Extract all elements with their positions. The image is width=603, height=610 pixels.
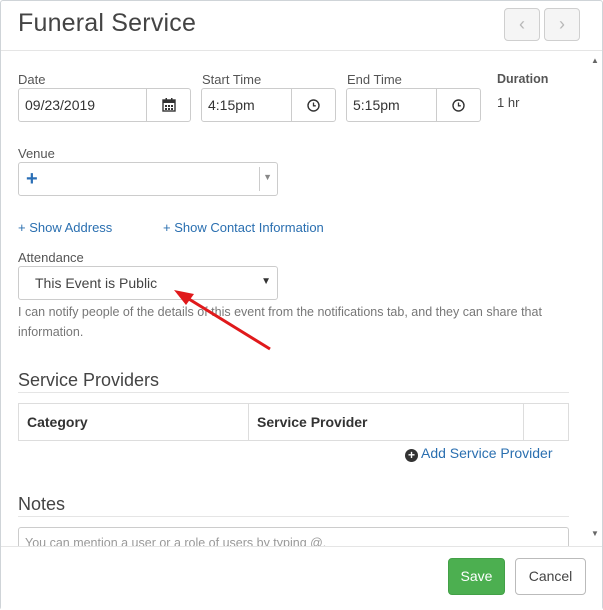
annotation-arrow	[174, 290, 271, 351]
